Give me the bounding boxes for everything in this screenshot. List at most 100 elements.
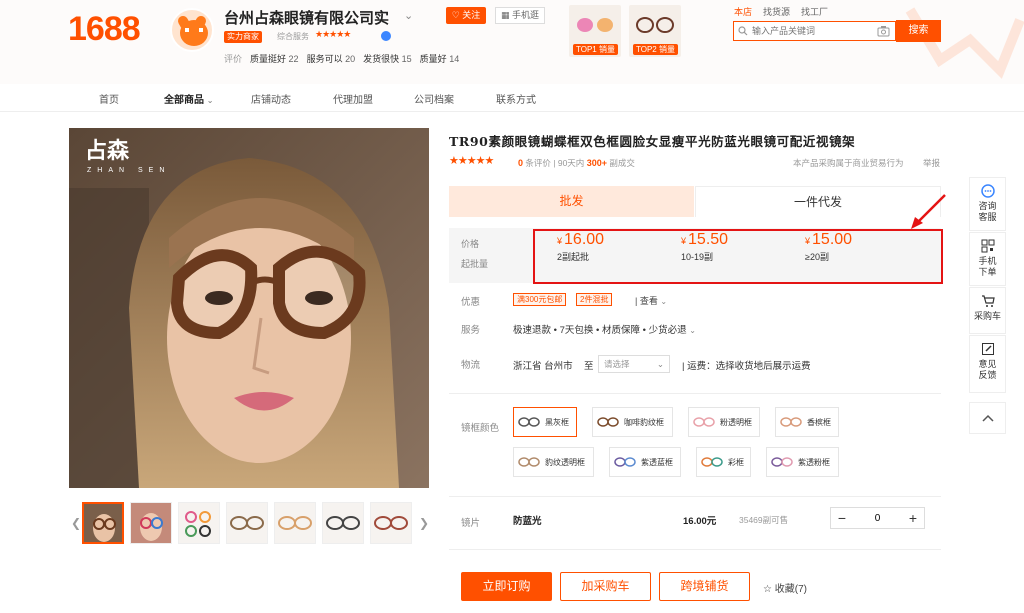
thumbnail[interactable] <box>322 502 364 544</box>
promo-tag: 2件混批 <box>576 293 613 306</box>
chat-icon <box>980 184 995 198</box>
service-guarantees[interactable]: 极速退款 • 7天包换 • 材质保障 • 少货必退 ⌄ <box>513 322 696 336</box>
promo-label: 优惠 <box>461 297 481 308</box>
scope-tab-source[interactable]: 找货源 <box>763 5 790 18</box>
color-option[interactable]: 粉透明框 <box>688 407 760 437</box>
cart-icon <box>981 295 995 307</box>
rating-tag[interactable]: 质量好 14 <box>420 52 460 65</box>
collect-button[interactable]: ☆ 收藏(7) <box>763 580 807 595</box>
qr-code-icon <box>981 239 994 253</box>
review-summary: 0 条评价 | 90天内 300+ 副成交 <box>518 158 635 168</box>
price-panel: 价格 起批量 ¥16.00 2副起批 ¥15.50 10-19副 ¥15.00 … <box>449 228 941 283</box>
rating-tag[interactable]: 服务可以 20 <box>307 52 356 65</box>
mobile-browse-button[interactable]: ▦ 手机逛 <box>495 7 545 24</box>
color-option[interactable]: 豹纹透明框 <box>513 447 594 477</box>
sales-count: 300+ <box>586 158 607 168</box>
color-option[interactable]: 香槟框 <box>775 407 839 437</box>
scope-tab-store[interactable]: 本店 <box>734 5 752 18</box>
view-promos-link[interactable]: | 查看 ⌄ <box>635 294 667 307</box>
color-option[interactable]: 彩框 <box>696 447 751 477</box>
customer-service-button[interactable]: 咨询客服 <box>969 177 1006 231</box>
camera-icon[interactable] <box>877 25 890 37</box>
quantity-input[interactable] <box>855 510 900 526</box>
decrease-button[interactable]: − <box>831 508 853 528</box>
mobile-order-button[interactable]: 手机下单 <box>969 232 1006 286</box>
feedback-button[interactable]: 意见反馈 <box>969 335 1006 393</box>
brand-watermark: 占森 <box>85 138 130 163</box>
annotation-arrow-icon <box>911 194 946 229</box>
nav-home[interactable]: 首页 <box>99 91 119 106</box>
color-option[interactable]: 黑灰框 <box>513 407 577 437</box>
service-label: 服务 <box>461 325 481 336</box>
search-input[interactable] <box>752 24 872 38</box>
follow-button[interactable]: ♡ 关注 <box>446 7 486 24</box>
color-option[interactable]: 咖啡豹纹框 <box>592 407 673 437</box>
nav-contact[interactable]: 联系方式 <box>496 91 536 106</box>
back-to-top-button[interactable] <box>969 402 1006 434</box>
rating-tag[interactable]: 发货很快 15 <box>363 52 412 65</box>
search-scope-tabs: 本店 找货源 找工厂 <box>734 5 828 18</box>
increase-button[interactable]: + <box>902 508 924 528</box>
scope-tab-factory[interactable]: 找工厂 <box>801 5 828 18</box>
main-product-image[interactable]: 占森 ZHAN SEN <box>69 128 429 488</box>
thumbnail[interactable] <box>226 502 268 544</box>
chevron-right-icon[interactable]: ❯ <box>419 516 429 530</box>
logistics-label: 物流 <box>461 360 481 371</box>
cross-border-button[interactable]: 跨境铺货 <box>659 572 750 601</box>
nav-all-products[interactable]: 全部商品 ⌄ <box>164 91 213 106</box>
thumbnail-strip: ❮ ❯ <box>69 502 429 546</box>
chevron-down-icon: ⌄ <box>656 359 664 369</box>
shop-header: 1688 台州占森眼镜有限公司实 ⌄ 实力商家 综合服务 ★★★★★ 评价 质量… <box>0 0 1024 84</box>
review-count[interactable]: 0 <box>518 158 523 168</box>
divider <box>449 496 941 497</box>
cart-button[interactable]: 采购车 <box>969 287 1006 334</box>
chevron-down-icon: ⌄ <box>660 297 668 306</box>
search-button[interactable]: 搜索 <box>896 20 941 42</box>
ship-to-label: 至 <box>584 361 594 372</box>
glasses-thumbnail <box>577 18 613 32</box>
color-option[interactable]: 紫透蓝框 <box>609 447 681 477</box>
product-title: TR90素颜眼镜蝴蝶框双色框圆脸女显瘦平光防蓝光眼镜可配近视镜架 <box>449 134 856 149</box>
verified-icon <box>381 31 391 41</box>
report-link[interactable]: 举报 <box>923 157 940 169</box>
top-product-card[interactable]: TOP1 销量 <box>569 5 621 57</box>
divider <box>449 393 941 394</box>
lens-option-stock: 35469副可售 <box>739 515 789 525</box>
thumbnail[interactable] <box>178 502 220 544</box>
chevron-left-icon[interactable]: ❮ <box>71 516 81 530</box>
shop-name[interactable]: 台州占森眼镜有限公司实 <box>224 7 389 28</box>
purchase-mode-tabs: 批发 一件代发 <box>449 186 941 217</box>
tab-wholesale[interactable]: 批发 <box>449 186 694 217</box>
buy-now-button[interactable]: 立即订购 <box>461 572 552 601</box>
nav-company-profile[interactable]: 公司档案 <box>414 91 454 106</box>
chevron-down-icon: ⌄ <box>206 96 214 105</box>
moq-label: 起批量 <box>461 259 489 269</box>
nav-agency[interactable]: 代理加盟 <box>333 91 373 106</box>
lens-option-price: 16.00元 <box>683 516 717 527</box>
nav-shop-news[interactable]: 店铺动态 <box>251 91 291 106</box>
thumbnail[interactable] <box>130 502 172 544</box>
rating-tag[interactable]: 质量挺好 22 <box>250 52 299 65</box>
top-product-card[interactable]: TOP2 销量 <box>629 5 681 57</box>
price-tier: ¥16.00 2副起批 <box>557 231 605 262</box>
search-icon <box>738 26 748 36</box>
lens-option-name: 防蓝光 <box>513 516 542 527</box>
shop-nav: 首页 全部商品 ⌄ 店铺动态 代理加盟 公司档案 联系方式 <box>0 84 1024 112</box>
price-label: 价格 <box>461 239 480 249</box>
thumbnail[interactable] <box>82 502 124 544</box>
thumbnail[interactable] <box>370 502 412 544</box>
brand-watermark-sub: ZHAN SEN <box>87 167 170 174</box>
thumbnail[interactable] <box>274 502 316 544</box>
site-logo[interactable]: 1688 <box>68 10 141 49</box>
destination-select[interactable]: 请选择 ⌄ <box>598 355 670 373</box>
color-option[interactable]: 紫透粉框 <box>766 447 839 477</box>
add-to-cart-button[interactable]: 加采购车 <box>560 572 651 601</box>
chevron-up-icon <box>981 414 994 422</box>
chevron-down-icon[interactable]: ⌄ <box>404 9 413 22</box>
glasses-thumbnail <box>636 17 674 33</box>
lens-label: 镜片 <box>461 518 481 529</box>
star-outline-icon: ☆ <box>763 584 772 595</box>
search-box <box>733 21 896 41</box>
shop-avatar[interactable] <box>170 8 214 52</box>
promo-tag: 满300元包邮 <box>513 293 567 306</box>
